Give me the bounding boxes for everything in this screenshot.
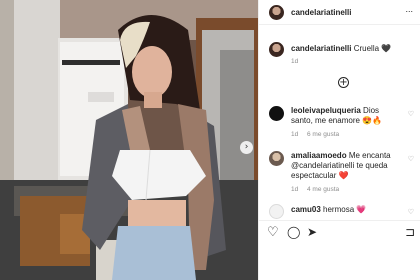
save-icon[interactable]: ⊐ — [405, 226, 415, 239]
comment: leoleivapeluqueria Dios santo, me enamor… — [291, 106, 403, 126]
chevron-right-icon: › — [244, 142, 249, 152]
caption-avatar[interactable] — [269, 42, 284, 57]
more-options-icon[interactable]: ... — [405, 4, 413, 14]
caption-emoji: 🖤 — [381, 44, 392, 53]
comment-text: hermosa 💗 — [323, 205, 367, 214]
caption-username[interactable]: candelariatinelli — [291, 44, 351, 53]
comment-username[interactable]: amaliaamoedo — [291, 151, 347, 160]
plus-icon: + — [339, 77, 348, 88]
caption-age: 1d — [291, 58, 299, 65]
comment-username[interactable]: leoleivapeluqueria — [291, 106, 361, 115]
avatar[interactable] — [269, 5, 284, 20]
comment-username[interactable]: camu03 — [291, 205, 321, 214]
like-icon[interactable]: ♡ — [267, 226, 279, 239]
post-header: candelariatinelli ... — [259, 0, 420, 25]
comment-like-icon[interactable]: ♡ — [408, 208, 414, 216]
comment-avatar[interactable] — [269, 204, 284, 219]
post-photo: › — [0, 0, 258, 280]
comment-icon[interactable]: ◯ — [287, 226, 300, 239]
share-icon[interactable]: ➤ — [307, 226, 317, 239]
load-more-comments-button[interactable]: + — [338, 77, 349, 88]
header-username[interactable]: candelariatinelli — [291, 8, 351, 17]
comment-age: 1d — [291, 131, 299, 138]
comments-panel: candelariatinelli ... candelariatinelli … — [258, 0, 420, 280]
comment-age: 1d — [291, 186, 299, 193]
comment-avatar[interactable] — [269, 106, 284, 121]
comment-avatar[interactable] — [269, 151, 284, 166]
comment: amaliaamoedo Me encanta @candelariatinel… — [291, 151, 403, 181]
comment-like-icon[interactable]: ♡ — [408, 110, 414, 118]
comment-likes[interactable]: 4 me gusta — [307, 186, 339, 193]
comment: camu03 hermosa 💗 — [291, 205, 403, 215]
caption-text: Cruella — [353, 44, 380, 53]
comment-like-icon[interactable]: ♡ — [408, 155, 414, 163]
carousel-next-button[interactable]: › — [240, 141, 253, 154]
comment-likes[interactable]: 6 me gusta — [307, 131, 339, 138]
action-bar: ♡ ◯ ➤ ⊐ — [259, 220, 420, 244]
caption: candelariatinelli Cruella 🖤 — [291, 44, 415, 54]
